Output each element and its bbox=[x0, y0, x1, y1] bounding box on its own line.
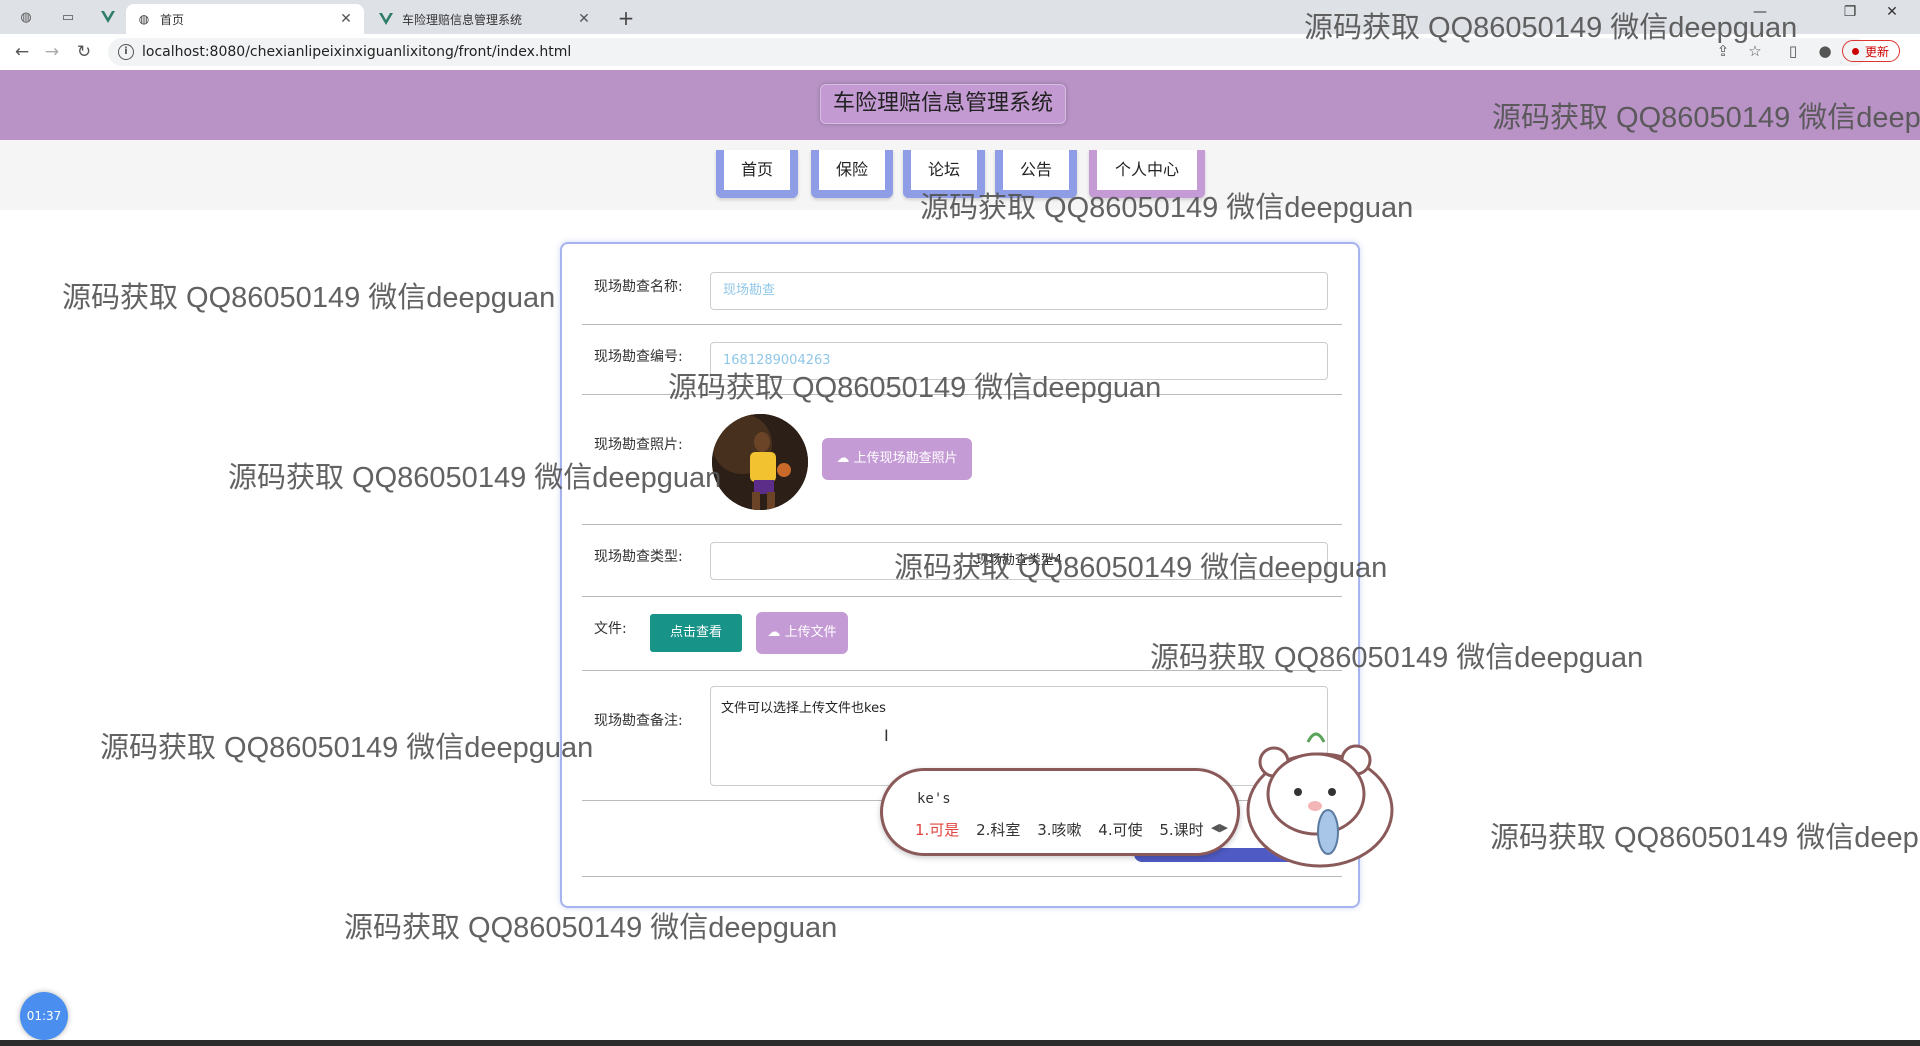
form-row-photo: 现场勘查照片: ☁ 上传现场勘查照片 bbox=[582, 394, 1342, 525]
name-label: 现场勘查名称: bbox=[594, 279, 683, 295]
nav-forum[interactable]: 论坛 bbox=[903, 150, 985, 198]
reload-icon[interactable]: ↻ bbox=[72, 40, 96, 64]
form-row-type: 现场勘查类型: 现场勘查类型4 bbox=[582, 524, 1342, 597]
watermark-text: 源码获取 QQ86050149 微信deepguan bbox=[62, 282, 556, 314]
form-row-name: 现场勘查名称: 现场勘查 bbox=[582, 260, 1342, 325]
watermark-text: 源码获取 QQ86050149 微信deepguan bbox=[1490, 822, 1920, 854]
number-input[interactable]: 1681289004263 bbox=[710, 342, 1328, 380]
watermark-text: 源码获取 QQ86050149 微信deepguan bbox=[100, 732, 594, 764]
type-select[interactable]: 现场勘查类型4 bbox=[710, 542, 1328, 580]
survey-photo bbox=[712, 414, 808, 510]
close-icon[interactable]: ✕ bbox=[576, 11, 592, 27]
type-label: 现场勘查类型: bbox=[594, 549, 683, 565]
ime-candidate[interactable]: 5.课时 bbox=[1159, 821, 1203, 839]
restore-icon[interactable]: ❐ bbox=[1830, 4, 1870, 20]
number-label: 现场勘查编号: bbox=[594, 349, 683, 365]
ime-candidate[interactable]: 1.可是 bbox=[915, 821, 959, 839]
upload-photo-button[interactable]: ☁ 上传现场勘查照片 bbox=[822, 438, 972, 480]
ime-candidate[interactable]: 3.咳嗽 bbox=[1037, 821, 1081, 839]
update-button[interactable]: 更新 bbox=[1841, 40, 1900, 62]
tab-title: 车险理赔信息管理系统 bbox=[402, 12, 523, 27]
ime-candidate[interactable]: 4.可使 bbox=[1098, 821, 1142, 839]
tab-system[interactable]: 车险理赔信息管理系统 ✕ bbox=[368, 4, 602, 34]
ime-composition: ke's bbox=[917, 791, 951, 807]
photo-label: 现场勘查照片: bbox=[594, 437, 683, 453]
globe-icon: ◍ bbox=[138, 12, 150, 26]
upload-file-label: 上传文件 bbox=[784, 625, 837, 640]
ime-bear-mascot-icon bbox=[1246, 732, 1394, 868]
view-file-button[interactable]: 点击查看 bbox=[650, 614, 742, 652]
main-nav: 首页 保险 论坛 公告 个人中心 bbox=[0, 140, 1920, 210]
forward-icon[interactable]: → bbox=[40, 40, 64, 64]
globe-icon[interactable]: ◍ bbox=[12, 6, 40, 28]
name-input[interactable]: 现场勘查 bbox=[710, 272, 1328, 310]
close-icon[interactable]: ✕ bbox=[338, 11, 354, 27]
upload-photo-label: 上传现场勘查照片 bbox=[853, 451, 958, 466]
nav-personal-center[interactable]: 个人中心 bbox=[1089, 150, 1205, 198]
recording-timer: 01:37 bbox=[20, 992, 68, 1040]
nav-home[interactable]: 首页 bbox=[716, 150, 798, 198]
browser-tab-bar: ◍ ▭ ◍ 首页 ✕ 车险理赔信息管理系统 ✕ + — ❐ ✕ bbox=[0, 0, 1920, 34]
address-bar[interactable]: i localhost:8080/chexianlipeixinxiguanli… bbox=[108, 38, 1868, 66]
vue-icon[interactable] bbox=[94, 6, 122, 28]
site-title: 车险理赔信息管理系统 bbox=[820, 84, 1067, 124]
text-cursor-icon: I bbox=[884, 726, 889, 745]
tab-home[interactable]: ◍ 首页 ✕ bbox=[126, 4, 364, 34]
cloud-upload-icon: ☁ bbox=[767, 625, 781, 640]
bottom-bar bbox=[0, 1040, 1920, 1046]
blank-tab-icon[interactable]: ▭ bbox=[54, 6, 82, 28]
url-text: localhost:8080/chexianlipeixinxiguanlixi… bbox=[142, 44, 572, 60]
cloud-upload-icon: ☁ bbox=[836, 451, 850, 466]
vue-icon bbox=[378, 11, 394, 27]
form-row-file: 文件: 点击查看 ☁ 上传文件 bbox=[582, 596, 1342, 671]
nav-insurance[interactable]: 保险 bbox=[811, 150, 893, 198]
site-header: 车险理赔信息管理系统 bbox=[0, 70, 1920, 140]
file-label: 文件: bbox=[594, 621, 627, 637]
ime-candidate-window: ke's 1.可是 2.科室 3.咳嗽 4.可使 5.课时 ◀▶ bbox=[880, 768, 1240, 856]
minimize-icon[interactable]: — bbox=[1740, 4, 1780, 20]
share-icon[interactable]: ⇪ bbox=[1712, 42, 1734, 60]
profile-icon[interactable]: ● bbox=[1814, 42, 1836, 60]
star-icon[interactable]: ☆ bbox=[1744, 42, 1766, 60]
form-row-number: 现场勘查编号: 1681289004263 bbox=[582, 324, 1342, 395]
sidebar-icon[interactable]: ▯ bbox=[1782, 42, 1804, 60]
remark-label: 现场勘查备注: bbox=[594, 713, 683, 729]
back-icon[interactable]: ← bbox=[10, 40, 34, 64]
tab-title: 首页 bbox=[160, 12, 185, 27]
ime-candidates: 1.可是 2.科室 3.咳嗽 4.可使 5.课时 bbox=[915, 819, 1216, 840]
watermark-text: 源码获取 QQ86050149 微信deepguan bbox=[344, 912, 838, 944]
close-window-icon[interactable]: ✕ bbox=[1872, 4, 1912, 20]
upload-file-button[interactable]: ☁ 上传文件 bbox=[756, 612, 848, 654]
nav-notice[interactable]: 公告 bbox=[995, 150, 1077, 198]
page-arrows-icon[interactable]: ◀▶ bbox=[1211, 821, 1228, 834]
browser-toolbar: ← → ↻ i localhost:8080/chexianlipeixinxi… bbox=[0, 34, 1920, 71]
ime-candidate[interactable]: 2.科室 bbox=[976, 821, 1020, 839]
info-icon[interactable]: i bbox=[118, 44, 134, 60]
new-tab-button[interactable]: + bbox=[613, 5, 639, 31]
